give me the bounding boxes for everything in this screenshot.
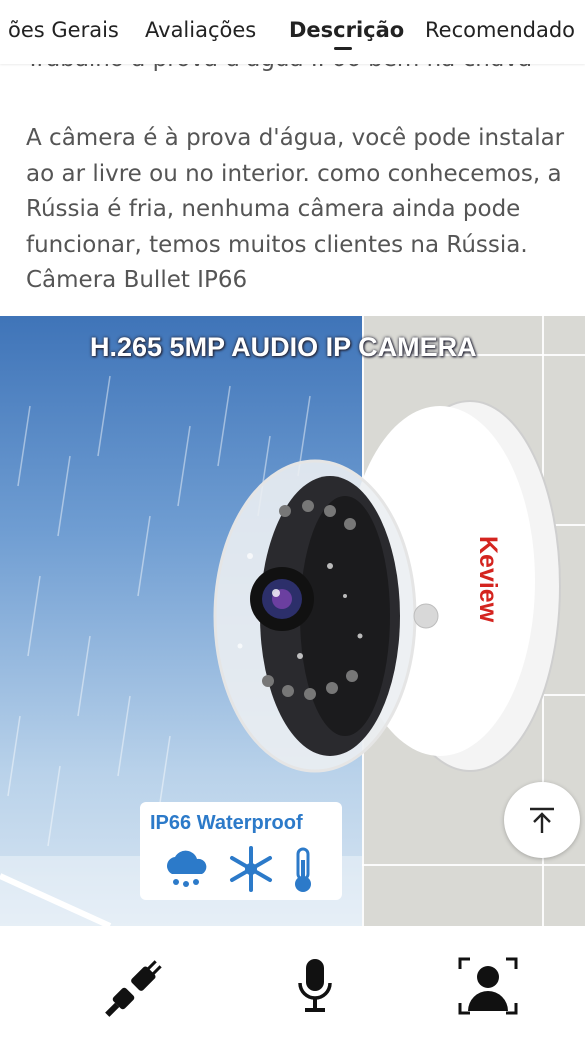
tab-reviews[interactable]: Avaliações <box>145 18 256 42</box>
scroll-to-top-button[interactable] <box>504 782 580 858</box>
face-recognition-icon <box>458 957 518 1015</box>
arrow-up-to-top-icon <box>530 807 554 833</box>
badge-label: IP66 Waterproof <box>150 812 303 834</box>
snowflake-icon <box>230 846 272 892</box>
brand-logo: Keview <box>474 536 502 623</box>
tab-general-info[interactable]: ões Gerais <box>8 18 119 42</box>
tab-description[interactable]: Descrição <box>289 18 404 42</box>
power-plug-icon <box>105 960 162 1017</box>
ip66-badge: IP66 Waterproof <box>140 802 342 900</box>
feature-icons-bar <box>0 926 585 1051</box>
tab-recommended[interactable]: Recomendado <box>425 18 575 42</box>
microphone-icon <box>298 959 332 1012</box>
thermometer-icon <box>295 847 311 892</box>
description-paragraph: A câmera é à prova d'água, você pode ins… <box>26 125 565 293</box>
active-tab-indicator <box>334 47 352 50</box>
product-image: H.265 5MP AUDIO IP CAMERA Keview IP66 Wa… <box>0 316 585 926</box>
tab-bar: ões Gerais Avaliações Descrição Recomend… <box>0 0 585 64</box>
rain-cloud-icon <box>167 850 207 887</box>
